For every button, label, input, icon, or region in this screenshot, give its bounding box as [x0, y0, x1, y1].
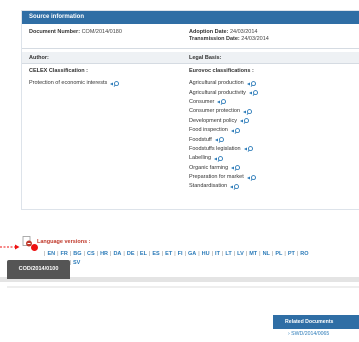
legal-basis-label: Legal Basis: — [189, 54, 222, 61]
eurovoc-list: Agricultural production Agricultural prod… — [189, 79, 259, 192]
celex-label: CELEX Classification : — [29, 68, 88, 74]
source-information-panel: Source information Document Number: COM/… — [21, 10, 359, 210]
related-document-link-label[interactable]: SWD/2014/0065 — [291, 331, 329, 337]
classification-row: CELEX Classification : Protection of eco… — [22, 67, 359, 211]
eurovoc-item: Standardisation — [189, 182, 259, 191]
search-tag-icon[interactable] — [231, 165, 241, 172]
eurovoc-item-label: Labelling — [189, 155, 212, 162]
eurovoc-item-label: Standardisation — [189, 183, 228, 190]
related-documents-header: Related Documents — [273, 315, 359, 329]
adoption-date-value: 24/03/2014 — [229, 29, 258, 35]
eurovoc-item: Agricultural production — [189, 79, 259, 88]
tab-procedure[interactable]: COD/2014/0100 — [7, 260, 70, 279]
related-documents-panel: Related Documents › SWD/2014/0065 — [273, 315, 359, 342]
search-tag-icon[interactable] — [248, 90, 259, 96]
eurovoc-item: Foodstuffs legislation — [189, 145, 259, 154]
related-document-link[interactable]: › SWD/2014/0065 — [273, 329, 359, 340]
eurovoc-item: Development policy — [189, 117, 259, 126]
eurovoc-item: Agricultural productivity — [189, 88, 259, 97]
eurovoc-item: Food inspection — [189, 126, 259, 135]
tab-panel-shadow — [7, 286, 359, 288]
search-tag-icon[interactable] — [110, 80, 120, 87]
source-information-header: Source information — [22, 11, 359, 24]
search-tag-icon[interactable] — [240, 118, 250, 125]
language-versions-title: Language versions : — [37, 239, 91, 245]
search-tag-icon[interactable] — [214, 137, 225, 143]
document-number-value: COM/2014/0180 — [81, 29, 122, 35]
search-tag-icon[interactable] — [243, 146, 254, 153]
search-tag-icon[interactable] — [243, 109, 253, 115]
celex-item: Protection of economic interests — [29, 79, 120, 88]
celex-list: Protection of economic interests — [29, 79, 120, 88]
arrow-right-icon — [0, 244, 20, 250]
eurovoc-item: Preparation for market — [189, 173, 259, 182]
transmission-date-label: Transmission Date: — [189, 36, 240, 42]
celex-item-label: Protection of economic interests — [29, 80, 108, 87]
tab-bar: COD/2014/0100 — [0, 257, 359, 297]
transmission-date-value: 24/03/2014 — [241, 36, 269, 42]
search-tag-icon[interactable] — [246, 174, 257, 181]
eurovoc-item-label: Consumer — [189, 98, 215, 105]
eurovoc-item-label: Consumer protection — [189, 108, 241, 115]
eurovoc-item-label: Foodstuffs legislation — [189, 145, 241, 152]
search-tag-icon[interactable] — [230, 127, 241, 134]
eurovoc-item-label: Preparation for market — [189, 174, 244, 181]
author-row: Author: Legal Basis: — [22, 52, 359, 64]
search-tag-icon[interactable] — [230, 184, 240, 190]
marker-dot — [31, 244, 38, 251]
eurovoc-item-label: Organic farming — [189, 164, 229, 171]
search-tag-icon[interactable] — [214, 155, 224, 162]
eurovoc-item: Labelling — [189, 154, 259, 163]
adoption-date-label: Adoption Date: — [189, 29, 229, 35]
eurovoc-item: Organic farming — [189, 164, 259, 173]
eurovoc-item-label: Food inspection — [189, 127, 228, 134]
search-tag-icon[interactable] — [246, 80, 257, 87]
eurovoc-item: Foodstuff — [189, 135, 259, 144]
eurovoc-item: Consumer protection — [189, 107, 259, 116]
author-label: Author: — [29, 54, 49, 61]
eurovoc-item-label: Agricultural production — [189, 80, 244, 87]
eurovoc-item-label: Development policy — [189, 117, 237, 124]
eurovoc-item-label: Agricultural productivity — [189, 89, 246, 96]
eurovoc-item-label: Foodstuff — [189, 136, 212, 143]
eurovoc-item: Consumer — [189, 98, 259, 107]
eurovoc-label: Eurovoc classifications : — [189, 68, 254, 74]
document-info-row: Document Number: COM/2014/0180 Adoption … — [22, 25, 359, 49]
search-tag-icon[interactable] — [217, 99, 227, 106]
document-number-label: Document Number: — [29, 29, 81, 35]
